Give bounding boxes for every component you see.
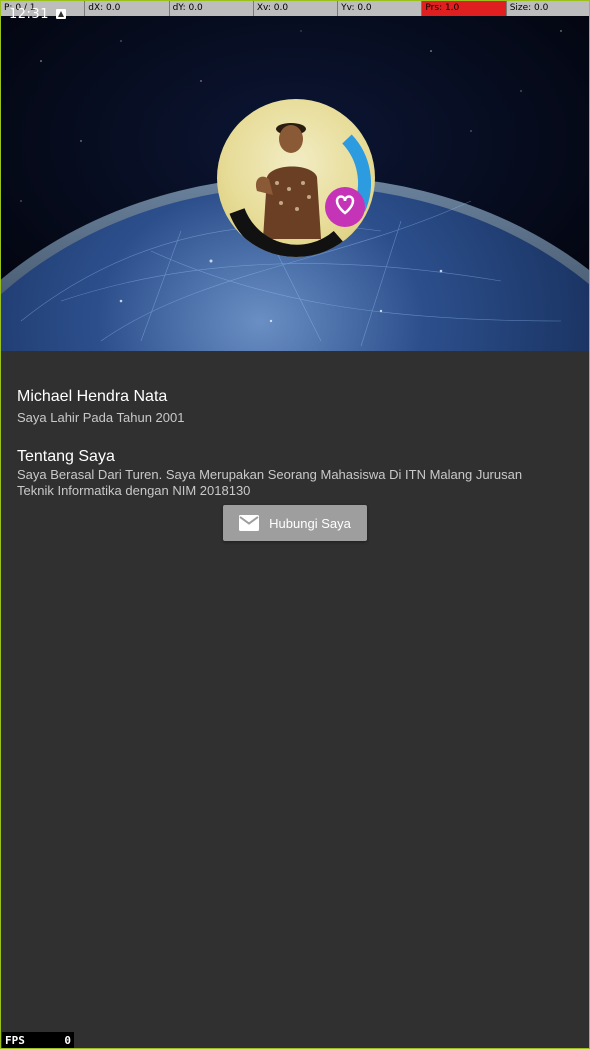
debug-pressure: Prs: 1.0 [422,1,507,16]
contact-button[interactable]: Hubungi Saya [223,505,367,541]
profile-name: Michael Hendra Nata [17,388,168,405]
profile-birth: Saya Lahir Pada Tahun 2001 [17,410,185,425]
mail-icon [239,515,260,531]
status-time: 12:31 [9,7,49,22]
profile-photo-icon [229,123,371,257]
fps-label: FPS [5,1033,25,1047]
debug-yv: Yv: 0.0 [338,1,423,16]
debug-dy: dY: 0.0 [170,1,254,16]
profile-avatar [217,99,375,257]
a-icon [56,9,66,19]
about-text: Saya Berasal Dari Turen. Saya Merupakan … [17,467,523,498]
app-screen: P: 0 / 1 dX: 0.0 dY: 0.0 Xv: 0.0 Yv: 0.0… [0,0,590,1049]
about-title: Tentang Saya [17,448,115,465]
debug-dx: dX: 0.0 [85,1,170,16]
pointer-location-overlay: P: 0 / 1 dX: 0.0 dY: 0.0 Xv: 0.0 Yv: 0.0… [1,1,589,16]
debug-xv: Xv: 0.0 [254,1,339,16]
contact-button-label: Hubungi Saya [269,515,351,531]
profile-info: Michael Hendra Nata Saya Lahir Pada Tahu… [17,387,557,499]
debug-size: Size: 0.0 [507,1,589,16]
fps-counter: FPS 0 [2,1032,74,1048]
fps-value: 0 [64,1033,71,1047]
